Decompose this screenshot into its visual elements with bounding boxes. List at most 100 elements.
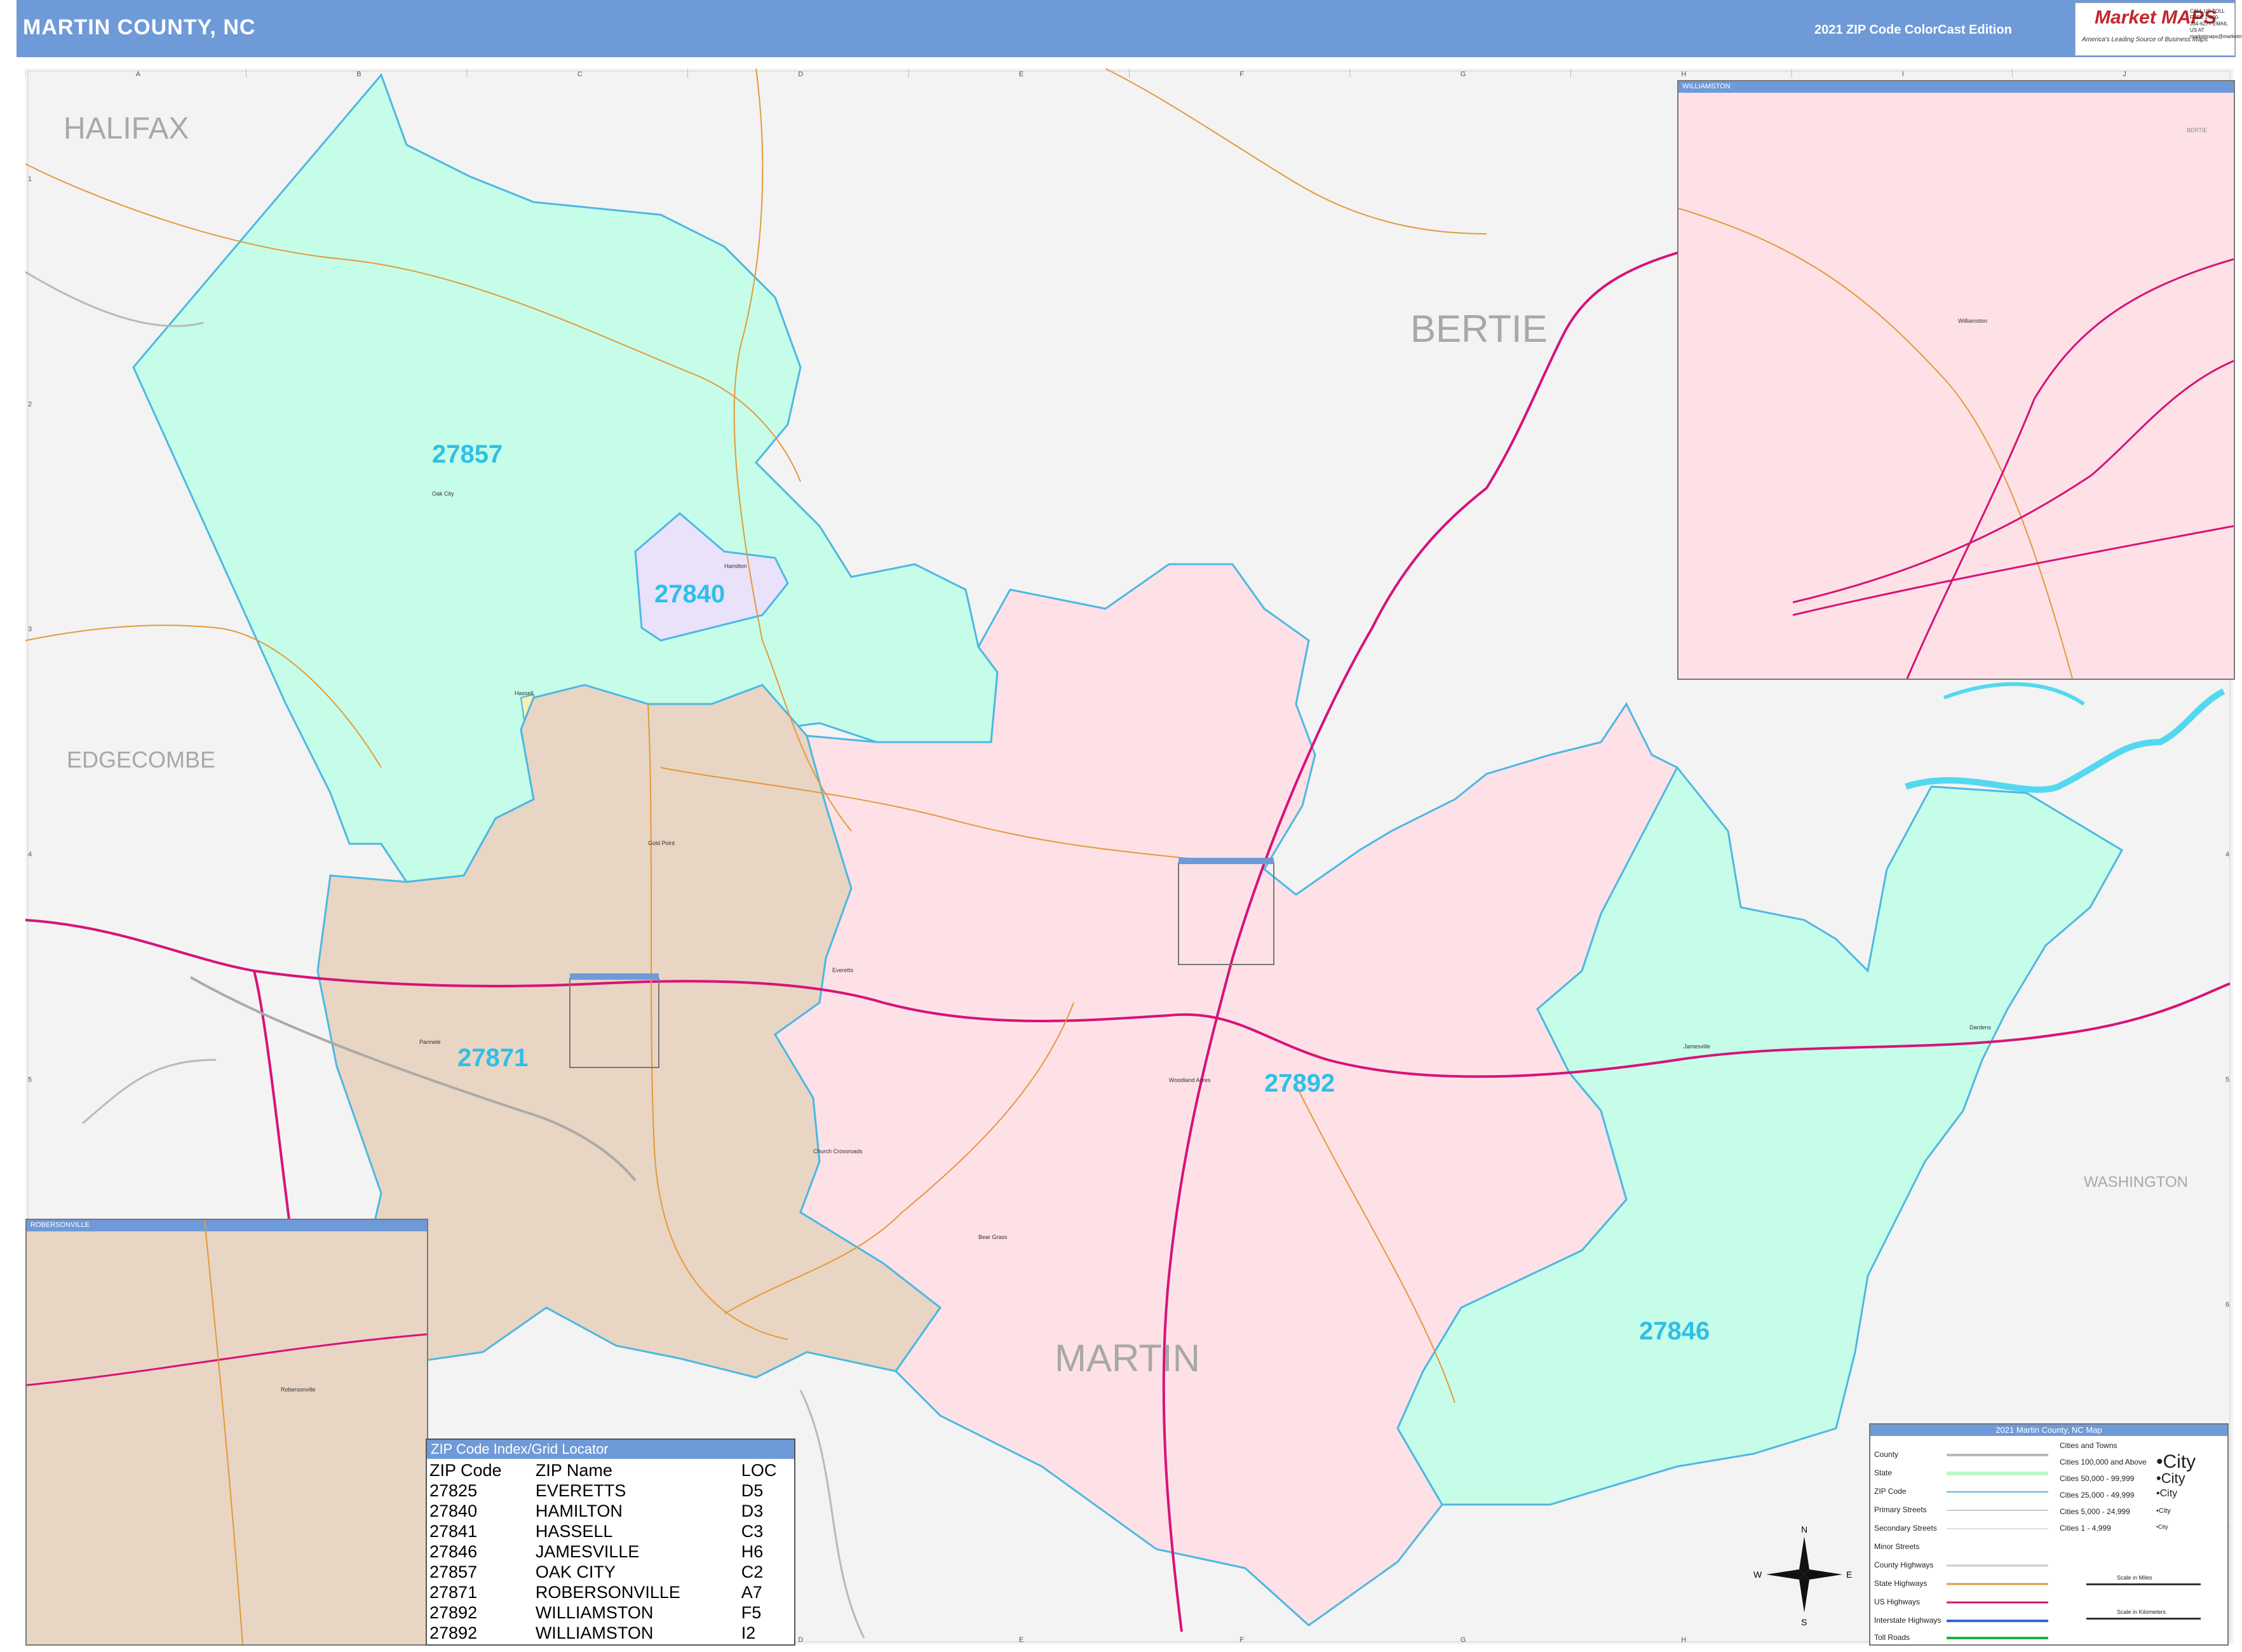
city-label: Hamilton: [724, 563, 747, 569]
city-label: Dardens: [1969, 1024, 1992, 1031]
city-label: Woodland Acres: [1169, 1077, 1211, 1083]
legend-city-sample-4: •City: [2156, 1507, 2171, 1515]
zip-code: 27846: [429, 1541, 478, 1561]
city-label: Oak City: [432, 491, 454, 497]
grid-column-label: F: [1239, 1636, 1244, 1644]
zip-code: 27892: [429, 1602, 478, 1622]
table-row: 27871 ROBERSONVILLE A7: [427, 1582, 794, 1602]
zip-loc: D3: [741, 1501, 764, 1520]
legend-city-class-1: Cities 100,000 and Above: [2060, 1458, 2147, 1466]
legend-city-sample-2: •City: [2156, 1470, 2185, 1486]
zip-name: JAMESVILLE: [535, 1541, 640, 1561]
legend-zip: ZIP Code: [1874, 1487, 1907, 1496]
scale-bar-km: [2086, 1618, 2201, 1620]
zip-name: HAMILTON: [535, 1501, 623, 1520]
zip-name: WILLIAMSTON: [535, 1623, 654, 1642]
county-label-martin: MARTIN: [1055, 1337, 1200, 1379]
legend-us-highways: US Highways: [1874, 1597, 1921, 1606]
legend-city-sample-1: •City: [2156, 1451, 2196, 1472]
grid-row-label: 2: [28, 400, 32, 408]
grid-column-label: J: [2123, 71, 2126, 78]
zip-loc: D5: [741, 1480, 764, 1500]
county-label-halifax: HALIFAX: [64, 112, 189, 146]
zip-code: 27857: [429, 1562, 478, 1581]
legend-county-highways: County Highways: [1874, 1561, 1934, 1569]
robersonville-inset[interactable]: ROBERSONVILLE Robersonville: [25, 1219, 428, 1646]
city-label: Bear Grass: [978, 1234, 1008, 1240]
zip-name: ROBERSONVILLE: [535, 1582, 680, 1602]
edition-label: 2021 ZIP Code ColorCast Edition: [1814, 23, 2012, 37]
robersonville-locator-tab: [570, 973, 659, 980]
grid-column-label: B: [356, 71, 361, 78]
legend-toll-roads: Toll Roads: [1874, 1633, 1910, 1642]
map-legend: 2021 Martin County, NC Map County State …: [1869, 1423, 2229, 1646]
zip-label-27871: 27871: [457, 1044, 528, 1072]
grid-column-label: C: [577, 71, 583, 78]
table-row: 27857 OAK CITY C2: [427, 1562, 794, 1582]
zip-code-index: ZIP Code Index/Grid Locator ZIP Code ZIP…: [426, 1439, 795, 1646]
grid-column-label: A: [136, 71, 141, 78]
grid-column-label: D: [798, 1636, 803, 1644]
scale-miles-label: Scale in Miles: [2117, 1574, 2152, 1581]
grid-column-label: D: [798, 71, 803, 78]
legend-city-class-3: Cities 25,000 - 49,999: [2060, 1491, 2135, 1500]
williamston-inset-map: Williamston BERTIE: [1678, 127, 2234, 679]
col-zip-code: ZIP Code: [429, 1460, 502, 1480]
grid-column-label: I: [1902, 71, 1904, 78]
grid-column-label: G: [1461, 71, 1466, 78]
city-label-robersonville: Robersonville: [281, 1386, 316, 1393]
svg-text:W: W: [1753, 1569, 1762, 1580]
zip-loc: A7: [741, 1582, 762, 1602]
logo-contact: CALL US TOLL FREE 1-800-334-6277 EMAIL U…: [2190, 8, 2242, 39]
zip-loc: F5: [741, 1602, 762, 1622]
inset-county-bertie: BERTIE: [2187, 127, 2207, 133]
grid-column-label: G: [1461, 1636, 1466, 1644]
legend-title: 2021 Martin County, NC Map: [1870, 1425, 2227, 1436]
city-label: Everetts: [832, 967, 854, 973]
legend-city-sample-5: •City: [2156, 1524, 2168, 1530]
table-row: 27892 WILLIAMSTON F5: [427, 1602, 794, 1623]
legend-city-sample-3: •City: [2156, 1488, 2178, 1499]
col-zip-name: ZIP Name: [535, 1460, 612, 1480]
zip-index-table: ZIP Code ZIP Name LOC 27825 EVERETTS D5 27…: [427, 1460, 794, 1643]
zip-index-title: ZIP Code Index/Grid Locator: [427, 1440, 794, 1459]
city-label: Church Crossroads: [813, 1148, 863, 1154]
zip-name: EVERETTS: [535, 1480, 626, 1500]
grid-column-label: E: [1019, 71, 1023, 78]
zip-label-27846: 27846: [1639, 1317, 1710, 1345]
zip-name: WILLIAMSTON: [535, 1602, 654, 1622]
zip-name: HASSELL: [535, 1521, 613, 1541]
col-loc: LOC: [741, 1460, 777, 1480]
legend-state: State: [1874, 1468, 1893, 1477]
legend-state-highways: State Highways: [1874, 1579, 1928, 1588]
zip-loc: I2: [741, 1623, 756, 1642]
grid-row-label: 6: [2225, 1301, 2229, 1309]
zip-code: 27825: [429, 1480, 478, 1500]
svg-text:E: E: [1846, 1569, 1852, 1580]
table-row: 27841 HASSELL C3: [427, 1521, 794, 1541]
grid-column-label: E: [1019, 1636, 1023, 1644]
legend-city-class-5: Cities 1 - 4,999: [2060, 1524, 2111, 1533]
zip-label-27840: 27840: [654, 580, 725, 608]
zip-name: OAK CITY: [535, 1562, 616, 1581]
logo-tagline: America's Leading Source of Business Map…: [2082, 36, 2208, 43]
grid-column-label: H: [1681, 1636, 1686, 1644]
grid-column-label: F: [1239, 71, 1244, 78]
table-row: 27825 EVERETTS D5: [427, 1480, 794, 1501]
legend-swatches: [1947, 1454, 2048, 1639]
zip-loc: H6: [741, 1541, 764, 1561]
zip-label-27892: 27892: [1264, 1069, 1335, 1097]
grid-row-label: 5: [28, 1076, 32, 1083]
zip-code: 27892: [429, 1623, 478, 1642]
legend-city-class-2: Cities 50,000 - 99,999: [2060, 1474, 2135, 1483]
zip-index-header-row: ZIP Code ZIP Name LOC: [427, 1460, 794, 1480]
zip-loc: C3: [741, 1521, 764, 1541]
county-label-washington: WASHINGTON: [2084, 1174, 2188, 1191]
williamston-inset[interactable]: WILLIAMSTON Williamston BERTIE: [1677, 80, 2235, 680]
table-row: 27846 JAMESVILLE H6: [427, 1541, 794, 1562]
zip-code: 27840: [429, 1501, 478, 1520]
svg-text:S: S: [1801, 1617, 1807, 1627]
city-label: Gold Point: [648, 840, 675, 846]
city-label: Parmele: [419, 1039, 441, 1045]
market-maps-logo: Market MAPS America's Leading Source of …: [2075, 3, 2242, 56]
